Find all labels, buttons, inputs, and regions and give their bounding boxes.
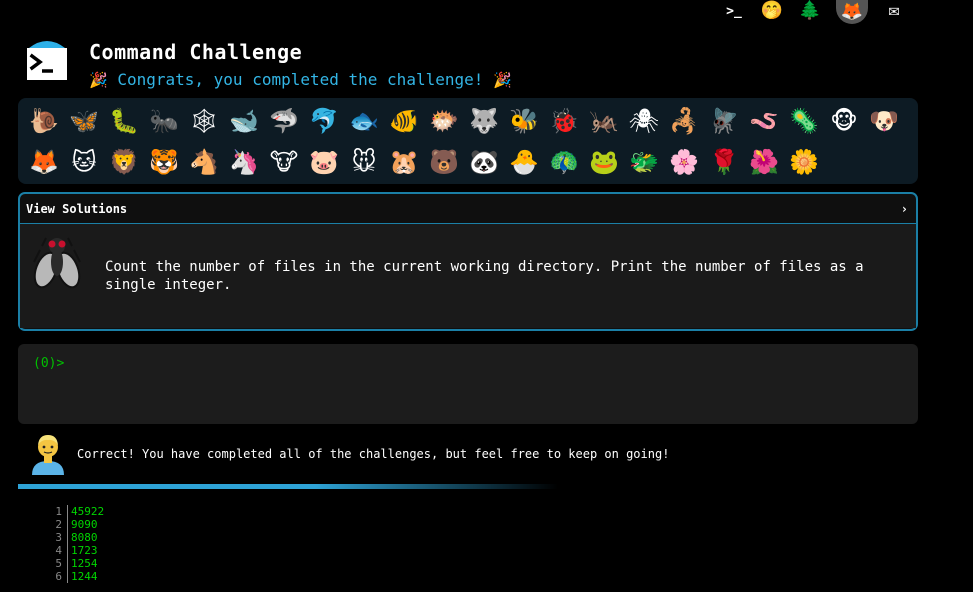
spider-icon[interactable]: 🕷	[624, 100, 664, 141]
top-icon-bar: >_ 🤭 🌲 🦊 ✉	[722, 0, 906, 24]
gitlab-icon[interactable]: 🦊	[836, 0, 868, 24]
line-value: 1244	[71, 570, 98, 583]
shush-face-icon[interactable]: 🤭	[760, 0, 784, 22]
tree-icon[interactable]: 🌲	[798, 0, 822, 22]
fly-icon[interactable]: 🪰	[704, 100, 744, 141]
scorpion-icon[interactable]: 🦂	[664, 100, 704, 141]
bee-icon[interactable]: 🐝	[504, 100, 544, 141]
dolphin-icon[interactable]: 🐬	[304, 100, 344, 141]
snail-icon[interactable]: 🐌	[24, 100, 64, 141]
shark-icon[interactable]: 🦈	[264, 100, 304, 141]
view-solutions-toggle[interactable]: View Solutions ›	[20, 194, 916, 224]
challenge-box: View Solutions › Count the number of fil…	[18, 192, 918, 331]
line-value: 9090	[71, 518, 98, 531]
unicorn-icon[interactable]: 🦄	[224, 141, 264, 182]
line-value: 1723	[71, 544, 98, 557]
view-solutions-label: View Solutions	[26, 201, 128, 216]
caterpillar-icon[interactable]: 🐛	[104, 100, 144, 141]
challenge-badges-panel: 🐌 🦋 🐛 🐜 🕸 🐋 🦈 🐬 🐟 🐠 🐡 🐺 🐝 🐞 🦗 🕷 🦂 🪰 🪱 🦠 🐵 🐶 🦊 🐱 🦁 🐯 🐴 🦄 🐮 🐷 🐭 🐹 🐻 🐼 🐣 🦚 🐸 🐲 🌸 🌹…	[18, 98, 918, 184]
progress-divider	[18, 484, 558, 489]
terminal-prompt: (0)>	[33, 356, 65, 371]
cherry-blossom-icon[interactable]: 🌸	[664, 141, 704, 182]
worm-icon[interactable]: 🪱	[744, 100, 784, 141]
fly-icon	[33, 237, 81, 289]
tropical-fish-icon[interactable]: 🐠	[384, 100, 424, 141]
peacock-icon[interactable]: 🦚	[544, 141, 584, 182]
cat-icon[interactable]: 🐱	[64, 141, 104, 182]
result-message: Correct! You have completed all of the c…	[77, 447, 670, 461]
chevron-right-icon: ›	[900, 201, 908, 216]
fox-icon[interactable]: 🦊	[24, 141, 64, 182]
prompt-icon[interactable]: >_	[722, 0, 746, 22]
mouse-icon[interactable]: 🐭	[344, 141, 384, 182]
party-popper-icon: 🎉	[89, 71, 108, 89]
dog-icon[interactable]: 🐶	[864, 100, 904, 141]
challenge-description: Count the number of files in the current…	[105, 259, 864, 293]
line-number: 5	[44, 557, 68, 570]
hibiscus-icon[interactable]: 🌺	[744, 141, 784, 182]
tiger-icon[interactable]: 🐯	[144, 141, 184, 182]
hatching-chick-icon[interactable]: 🐣	[504, 141, 544, 182]
line-number: 4	[44, 544, 68, 557]
line-value: 1254	[71, 557, 98, 570]
output-line: 2 9090	[44, 518, 104, 531]
line-number: 2	[44, 518, 68, 531]
cow-icon[interactable]: 🐮	[264, 141, 304, 182]
line-number: 3	[44, 531, 68, 544]
output-line: 4 1723	[44, 544, 104, 557]
line-number: 1	[44, 505, 68, 518]
rose-icon[interactable]: 🌹	[704, 141, 744, 182]
challenge-badges-grid: 🐌 🦋 🐛 🐜 🕸 🐋 🦈 🐬 🐟 🐠 🐡 🐺 🐝 🐞 🦗 🕷 🦂 🪰 🪱 🦠 🐵 🐶 🦊 🐱 🦁 🐯 🐴 🦄 🐮 🐷 🐭 🐹 🐻 🐼 🐣 🦚 🐸 🐲 🌸 🌹…	[24, 100, 904, 182]
line-number: 6	[44, 570, 68, 583]
output-line: 1 45922	[44, 505, 104, 518]
terminal-logo-icon	[27, 41, 67, 80]
blowfish-icon[interactable]: 🐡	[424, 100, 464, 141]
spider-web-icon[interactable]: 🕸	[184, 100, 224, 141]
dragon-icon[interactable]: 🐲	[624, 141, 664, 182]
bear-icon[interactable]: 🐻	[424, 141, 464, 182]
frog-icon[interactable]: 🐸	[584, 141, 624, 182]
ant-icon[interactable]: 🐜	[144, 100, 184, 141]
line-value: 8080	[71, 531, 98, 544]
pig-icon[interactable]: 🐷	[304, 141, 344, 182]
sunflower-icon[interactable]: 🌼	[784, 141, 824, 182]
challenge-body: Count the number of files in the current…	[20, 224, 916, 328]
party-popper-icon: 🎉	[493, 71, 512, 89]
lion-icon[interactable]: 🦁	[104, 141, 144, 182]
line-value: 45922	[71, 505, 105, 518]
panda-icon[interactable]: 🐼	[464, 141, 504, 182]
terminal-input-area[interactable]: (0)>	[18, 344, 918, 424]
output-line: 6 1244	[44, 570, 104, 583]
hamster-icon[interactable]: 🐹	[384, 141, 424, 182]
ladybug-icon[interactable]: 🐞	[544, 100, 584, 141]
horse-icon[interactable]: 🐴	[184, 141, 224, 182]
cricket-icon[interactable]: 🦗	[584, 100, 624, 141]
output-line: 3 8080	[44, 531, 104, 544]
result-message-row: Correct! You have completed all of the c…	[30, 432, 669, 476]
wolf-icon[interactable]: 🐺	[464, 100, 504, 141]
butterfly-icon[interactable]: 🦋	[64, 100, 104, 141]
congrats-text: Congrats, you completed the challenge!	[117, 70, 484, 89]
output-line: 5 1254	[44, 557, 104, 570]
page-title: Command Challenge	[89, 40, 303, 64]
congrats-subtitle: 🎉 Congrats, you completed the challenge!…	[89, 70, 512, 89]
fish-icon[interactable]: 🐟	[344, 100, 384, 141]
person-avatar-icon	[32, 435, 64, 475]
microbe-icon[interactable]: 🦠	[784, 100, 824, 141]
mail-icon[interactable]: ✉	[882, 0, 906, 22]
command-output: 1 45922 2 9090 3 8080 4 1723 5 1254 6 1244	[44, 505, 104, 583]
monkey-icon[interactable]: 🐵	[824, 100, 864, 141]
whale-icon[interactable]: 🐋	[224, 100, 264, 141]
